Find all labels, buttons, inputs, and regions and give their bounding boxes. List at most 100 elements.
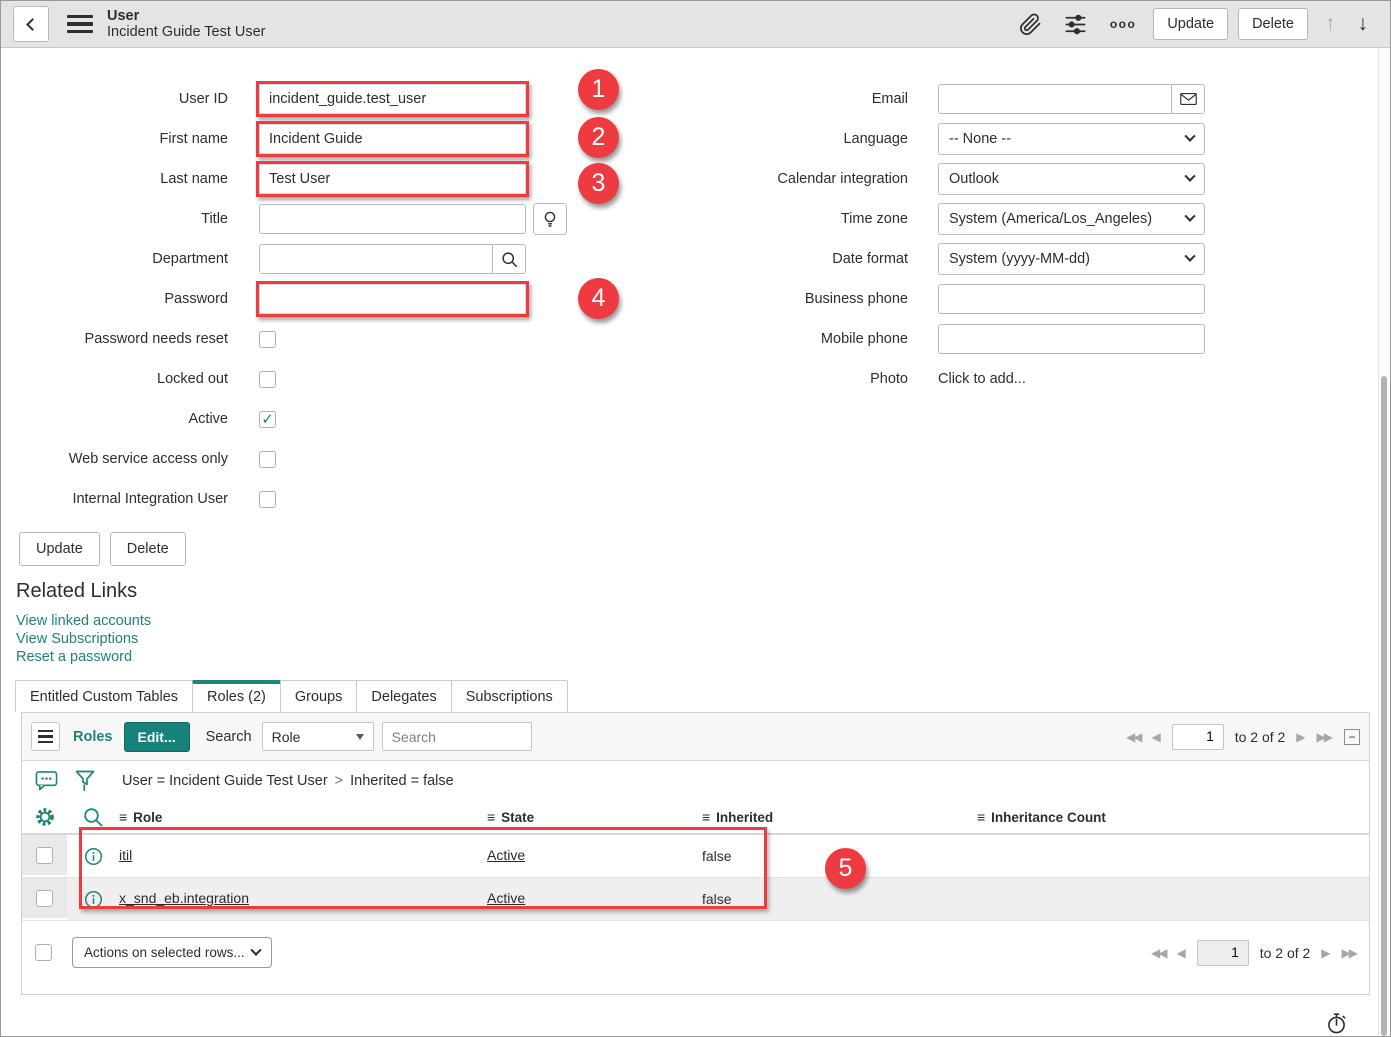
tab-groups[interactable]: Groups bbox=[280, 680, 358, 712]
last-name-input[interactable] bbox=[259, 164, 526, 194]
locked-out-checkbox[interactable] bbox=[259, 371, 276, 388]
page-range-top: to 2 of 2 bbox=[1235, 729, 1286, 745]
page-number-input-bottom[interactable] bbox=[1197, 940, 1249, 966]
previous-page-icon[interactable]: ◀ bbox=[1176, 946, 1185, 960]
calendar-integration-select[interactable]: Outlook bbox=[938, 163, 1205, 195]
page-number-input-top[interactable] bbox=[1172, 724, 1224, 750]
active-label: Active bbox=[1, 411, 228, 427]
list-title-link[interactable]: Roles bbox=[73, 729, 113, 745]
time-zone-label: Time zone bbox=[663, 211, 908, 227]
role-link[interactable]: x_snd_eb.integration bbox=[119, 890, 249, 906]
date-format-select[interactable]: System (yyyy-MM-dd) bbox=[938, 243, 1205, 275]
search-icon[interactable] bbox=[67, 807, 119, 827]
language-select[interactable]: -- None -- bbox=[938, 123, 1205, 155]
business-phone-input[interactable] bbox=[938, 284, 1205, 314]
delete-button-header[interactable]: Delete bbox=[1238, 8, 1308, 40]
column-menu-icon[interactable]: ≡ bbox=[119, 809, 127, 825]
paperclip-icon[interactable] bbox=[1019, 13, 1042, 36]
column-header-state[interactable]: ≡State bbox=[487, 809, 702, 825]
first-page-icon[interactable]: ◀◀ bbox=[1126, 730, 1140, 744]
info-icon[interactable] bbox=[67, 890, 119, 909]
password-input[interactable] bbox=[259, 284, 526, 314]
record-type-title: User bbox=[107, 8, 266, 24]
department-label: Department bbox=[1, 251, 228, 267]
active-checkbox[interactable]: ✓ bbox=[259, 411, 276, 428]
role-link[interactable]: itil bbox=[119, 847, 132, 863]
email-icon[interactable] bbox=[1171, 85, 1204, 113]
row-checkbox[interactable] bbox=[36, 890, 53, 907]
actions-select[interactable]: Actions on selected rows... bbox=[72, 937, 272, 968]
first-page-icon[interactable]: ◀◀ bbox=[1151, 946, 1165, 960]
select-all-checkbox[interactable] bbox=[35, 944, 52, 961]
suggestion-button[interactable] bbox=[533, 203, 567, 235]
list-bottom-bar: Actions on selected rows... ◀◀ ◀ to 2 of… bbox=[22, 921, 1369, 994]
next-page-icon[interactable]: ▶ bbox=[1296, 730, 1305, 744]
more-options-icon[interactable]: ooo bbox=[1110, 17, 1137, 31]
reference-lookup-button[interactable] bbox=[492, 245, 525, 273]
checkmark-icon: ✓ bbox=[261, 412, 274, 427]
personalize-form-icon[interactable] bbox=[1064, 13, 1087, 36]
time-zone-select[interactable]: System (America/Los_Angeles) bbox=[938, 203, 1205, 235]
previous-page-icon[interactable]: ◀ bbox=[1151, 730, 1160, 744]
back-button[interactable] bbox=[13, 6, 49, 42]
tab-roles[interactable]: Roles (2) bbox=[192, 680, 281, 712]
reset-a-password-link[interactable]: Reset a password bbox=[16, 648, 1390, 666]
column-menu-icon[interactable]: ≡ bbox=[977, 809, 985, 825]
title-input[interactable] bbox=[259, 204, 526, 234]
column-header-inherited[interactable]: ≡Inherited bbox=[702, 809, 977, 825]
tab-entitled-custom-tables[interactable]: Entitled Custom Tables bbox=[15, 680, 193, 712]
tab-delegates[interactable]: Delegates bbox=[356, 680, 451, 712]
pagination-bottom: ◀◀ ◀ to 2 of 2 ▶ ▶▶ bbox=[1151, 940, 1356, 966]
column-header-role[interactable]: ≡Role bbox=[119, 809, 487, 825]
user-form: User ID First name Last name Title bbox=[1, 48, 1390, 519]
context-menu-icon[interactable] bbox=[67, 15, 93, 34]
department-input[interactable] bbox=[260, 245, 492, 273]
chat-saved-replies-icon[interactable] bbox=[35, 770, 58, 792]
tab-subscriptions[interactable]: Subscriptions bbox=[451, 680, 568, 712]
search-field-select[interactable]: Role bbox=[262, 722, 374, 751]
edit-button[interactable]: Edit... bbox=[124, 722, 190, 752]
related-list-tabs: Entitled Custom Tables Roles (2) Groups … bbox=[15, 680, 1390, 712]
password-needs-reset-checkbox[interactable] bbox=[259, 331, 276, 348]
next-record-icon[interactable]: ↓ bbox=[1358, 12, 1369, 36]
mobile-phone-label: Mobile phone bbox=[663, 331, 908, 347]
gear-icon[interactable] bbox=[22, 806, 67, 828]
delete-button[interactable]: Delete bbox=[110, 532, 186, 566]
column-menu-icon[interactable]: ≡ bbox=[702, 809, 710, 825]
last-page-icon[interactable]: ▶▶ bbox=[1317, 730, 1331, 744]
business-phone-label: Business phone bbox=[663, 291, 908, 307]
scrollbar-thumb[interactable] bbox=[1381, 376, 1387, 1036]
breadcrumb-inherited-condition[interactable]: Inherited = false bbox=[350, 773, 454, 789]
minimize-list-button[interactable]: − bbox=[1344, 729, 1360, 745]
filter-icon[interactable] bbox=[75, 770, 95, 793]
state-link[interactable]: Active bbox=[487, 890, 525, 906]
state-link[interactable]: Active bbox=[487, 847, 525, 863]
photo-click-to-add[interactable]: Click to add... bbox=[938, 371, 1026, 387]
user-id-input[interactable] bbox=[259, 84, 526, 114]
row-checkbox[interactable] bbox=[36, 847, 53, 864]
last-page-icon[interactable]: ▶▶ bbox=[1342, 946, 1356, 960]
internal-integration-user-checkbox[interactable] bbox=[259, 491, 276, 508]
window: User Incident Guide Test User ooo Update… bbox=[0, 0, 1391, 1037]
view-linked-accounts-link[interactable]: View linked accounts bbox=[16, 612, 1390, 630]
mobile-phone-input[interactable] bbox=[938, 324, 1205, 354]
next-page-icon[interactable]: ▶ bbox=[1321, 946, 1330, 960]
list-menu-icon[interactable] bbox=[31, 722, 60, 751]
web-service-access-only-checkbox[interactable] bbox=[259, 451, 276, 468]
breadcrumb: User = Incident Guide Test User>Inherite… bbox=[122, 773, 454, 789]
annotation-circle-2: 2 bbox=[578, 117, 619, 158]
list-search-input[interactable] bbox=[382, 722, 532, 751]
vertical-scrollbar bbox=[1378, 48, 1389, 1035]
chevron-down-icon bbox=[250, 944, 261, 955]
first-name-input[interactable] bbox=[259, 124, 526, 154]
view-subscriptions-link[interactable]: View Subscriptions bbox=[16, 630, 1390, 648]
field-last-name: Last name bbox=[1, 159, 633, 199]
response-time-icon[interactable] bbox=[1325, 1011, 1348, 1037]
email-input[interactable] bbox=[939, 85, 1171, 113]
column-menu-icon[interactable]: ≡ bbox=[487, 809, 495, 825]
column-header-inheritance-count[interactable]: ≡Inheritance Count bbox=[977, 809, 1369, 825]
update-button[interactable]: Update bbox=[19, 532, 100, 566]
info-icon[interactable] bbox=[67, 847, 119, 866]
breadcrumb-user-condition[interactable]: User = Incident Guide Test User bbox=[122, 773, 328, 789]
update-button-header[interactable]: Update bbox=[1153, 8, 1228, 40]
